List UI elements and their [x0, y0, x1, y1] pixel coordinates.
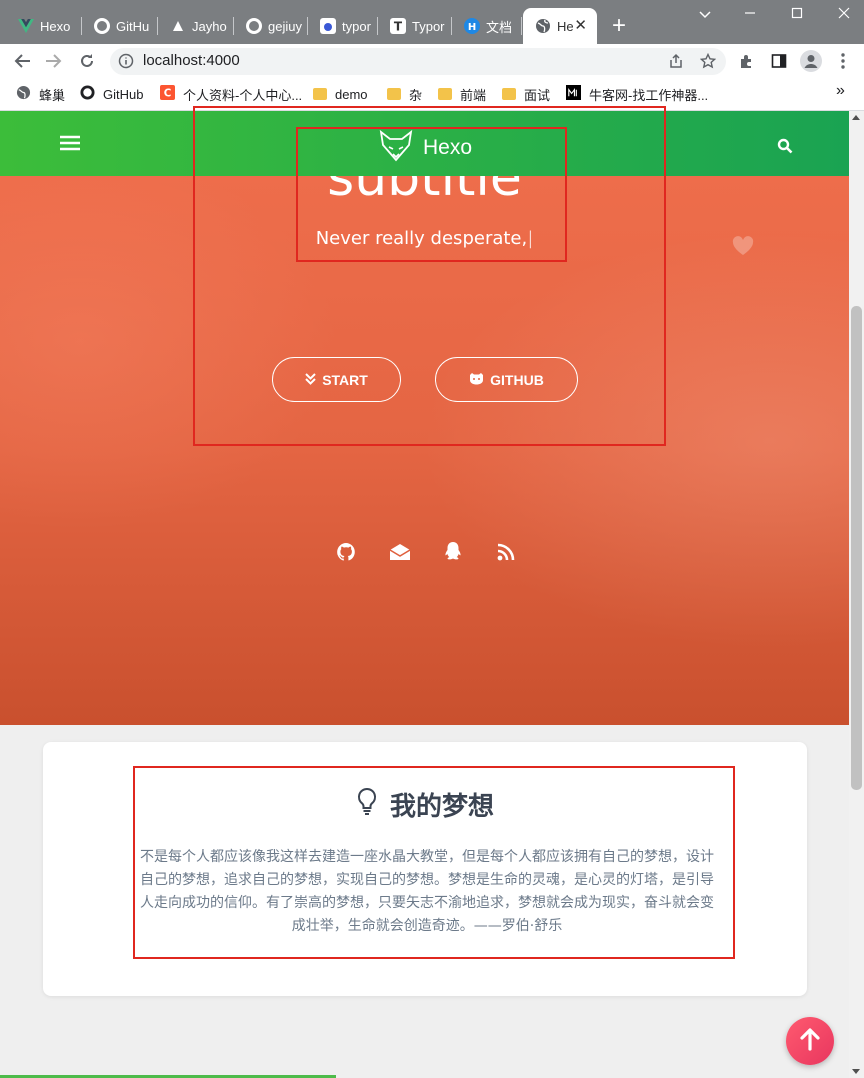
- window-close-icon[interactable]: [829, 4, 859, 26]
- bookmark-label: 面试: [524, 87, 551, 103]
- folder-icon: [502, 88, 516, 100]
- folder-icon: [438, 88, 452, 100]
- bookmark-label: 蜂巢: [39, 87, 66, 103]
- svg-text:C: C: [164, 88, 172, 100]
- browser-tab[interactable]: H 文档: [452, 8, 522, 44]
- forward-arrow-icon[interactable]: [43, 50, 65, 72]
- new-tab-button[interactable]: +: [607, 12, 631, 40]
- minimize-icon[interactable]: [735, 4, 765, 26]
- csdn-icon: C: [160, 85, 175, 103]
- bookmark-label: 个人资料-个人中心...: [183, 87, 303, 103]
- browser-tab[interactable]: Hexo: [6, 8, 82, 44]
- browser-tab[interactable]: T Typor: [378, 8, 452, 44]
- annotation-box-brand: [296, 127, 567, 262]
- baidu-icon: [320, 18, 336, 34]
- tab-label: Jayho: [192, 18, 227, 34]
- folder-icon: [387, 88, 401, 100]
- github-icon: [94, 18, 110, 34]
- tab-label: 文档: [486, 19, 513, 35]
- globe-icon: [16, 85, 31, 103]
- github-icon: [246, 18, 262, 34]
- bookmark-folder[interactable]: 面试: [502, 84, 550, 104]
- annotation-box-dream: [133, 766, 735, 959]
- bookmark-item[interactable]: 牛客网-找工作神器...: [566, 84, 708, 104]
- browser-tab[interactable]: Jayho: [158, 8, 234, 44]
- github-icon[interactable]: [335, 541, 357, 563]
- reload-icon[interactable]: [76, 50, 98, 72]
- mail-icon[interactable]: [389, 541, 411, 563]
- bookmark-folder[interactable]: demo: [313, 84, 368, 104]
- arrow-up-icon: [799, 1027, 821, 1056]
- tab-search-icon[interactable]: [690, 4, 720, 26]
- bookmark-item[interactable]: 蜂巢: [16, 84, 65, 104]
- search-icon[interactable]: [777, 138, 793, 154]
- profile-avatar-icon[interactable]: [800, 50, 822, 72]
- bookmark-label: GitHub: [103, 86, 144, 102]
- nowcoder-icon: [566, 85, 581, 103]
- close-tab-icon[interactable]: ✕: [574, 17, 587, 35]
- extensions-icon[interactable]: [736, 50, 758, 72]
- browser-tab[interactable]: GitHu: [82, 8, 158, 44]
- tab-label: He: [557, 18, 574, 34]
- bookmark-star-icon[interactable]: [697, 50, 719, 72]
- bookmark-folder[interactable]: 杂: [387, 84, 422, 104]
- github-icon: [80, 85, 95, 103]
- folder-icon: [313, 88, 327, 100]
- svg-text:T: T: [394, 20, 403, 34]
- more-bookmarks-button[interactable]: »: [836, 82, 845, 100]
- qq-icon[interactable]: [442, 541, 464, 563]
- heart-icon: [732, 236, 754, 256]
- scrollbar-thumb[interactable]: [851, 306, 862, 790]
- bookmark-folder[interactable]: 前端: [438, 84, 486, 104]
- back-to-top-button[interactable]: [786, 1017, 834, 1065]
- bookmark-label: 杂: [409, 87, 423, 103]
- tab-label: typor: [342, 18, 371, 34]
- rss-icon[interactable]: [495, 541, 517, 563]
- browser-tab[interactable]: typor: [308, 8, 378, 44]
- tab-label: Typor: [412, 18, 445, 34]
- hamburger-menu-icon[interactable]: [60, 135, 80, 151]
- globe-icon: [535, 18, 551, 34]
- typora-icon: T: [390, 18, 406, 34]
- bookmark-label: 牛客网-找工作神器...: [589, 87, 709, 103]
- h-logo-icon: H: [464, 18, 480, 34]
- side-panel-icon[interactable]: [768, 50, 790, 72]
- tab-label: Hexo: [40, 18, 71, 34]
- url-text[interactable]: localhost:4000: [143, 52, 240, 70]
- vue-logo-icon: [18, 18, 34, 34]
- bookmark-label: 前端: [460, 87, 487, 103]
- browser-tab[interactable]: gejiuy: [234, 8, 308, 44]
- share-icon[interactable]: [665, 50, 687, 72]
- info-icon[interactable]: [118, 53, 134, 69]
- bookmark-item[interactable]: C 个人资料-个人中心...: [160, 84, 302, 104]
- maximize-icon[interactable]: [782, 4, 812, 26]
- bookmark-label: demo: [335, 86, 368, 102]
- scroll-up-arrow-icon[interactable]: [852, 115, 860, 120]
- browser-tab-active[interactable]: He ✕: [523, 8, 597, 44]
- bookmark-item[interactable]: GitHub: [80, 84, 143, 104]
- back-arrow-icon[interactable]: [11, 50, 33, 72]
- scroll-down-arrow-icon[interactable]: [852, 1069, 860, 1074]
- tab-label: gejiuy: [268, 18, 302, 34]
- tab-label: GitHu: [116, 18, 150, 34]
- svg-text:H: H: [468, 22, 476, 33]
- menu-dots-icon[interactable]: [832, 50, 854, 72]
- reader-icon: [170, 18, 186, 34]
